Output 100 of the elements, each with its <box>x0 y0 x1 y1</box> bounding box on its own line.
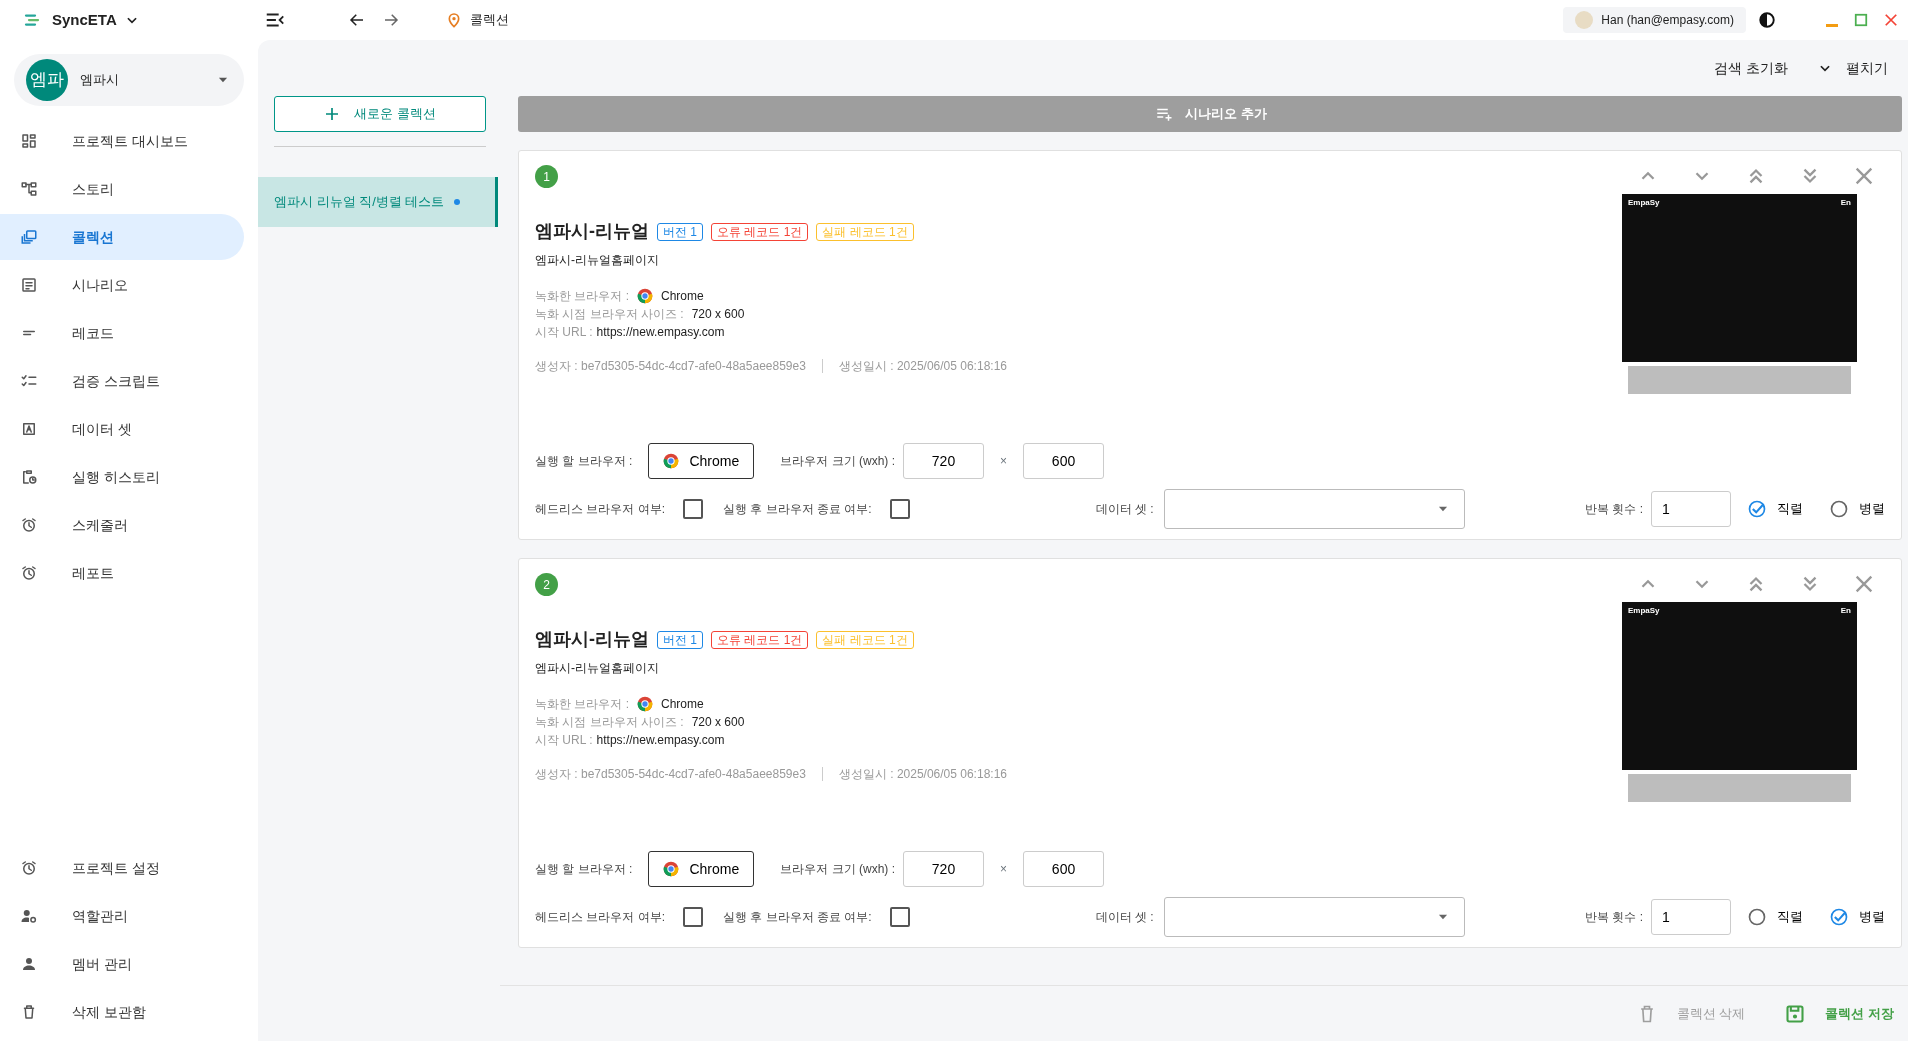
sidebar-item[interactable]: 레포트 <box>0 550 244 596</box>
field-label: 데이터 셋 : <box>1095 501 1154 518</box>
text-frame-icon <box>20 420 38 438</box>
thumbnail-brand: EmpaSy <box>1628 606 1660 616</box>
step-number: 2 <box>535 573 558 596</box>
project-avatar: 엠파 <box>26 59 68 101</box>
mode-radio[interactable]: 병렬 <box>1829 907 1885 927</box>
search-reset-button[interactable]: 검색 초기화 <box>1714 57 1788 79</box>
created-date: 생성일시 : 2025/06/05 06:18:16 <box>838 358 1007 375</box>
status-tag: 오류 레코드 1건 <box>711 630 809 649</box>
chrome-icon <box>637 696 653 712</box>
field-label: 실행 후 브라우저 종료 여부: <box>723 501 872 518</box>
alarm-clock-icon <box>20 564 38 582</box>
sidebar-item[interactable]: 스케줄러 <box>0 502 244 548</box>
field-value: 720 x 600 <box>691 306 745 323</box>
close-icon <box>1853 573 1875 595</box>
dataset-select[interactable] <box>1163 897 1465 937</box>
close-after-checkbox[interactable] <box>889 907 910 927</box>
check-circle-icon <box>1829 907 1849 927</box>
field-label: 데이터 셋 : <box>1095 909 1154 926</box>
collection-icon <box>20 228 38 246</box>
alarm-clock-icon <box>20 859 38 877</box>
mode-radio[interactable]: 직렬 <box>1747 499 1803 519</box>
status-tag: 버전 1 <box>657 630 703 649</box>
field-value: Chrome <box>661 288 704 305</box>
clipboard-clock-icon <box>20 468 38 486</box>
close-icon <box>1884 13 1898 27</box>
sidebar-item[interactable]: 삭제 보관함 <box>0 989 244 1035</box>
sidebar-item[interactable]: 프로젝트 대시보드 <box>0 118 244 164</box>
thumbnail-language: En <box>1840 198 1851 208</box>
sidebar-item[interactable]: 역할관리 <box>0 893 244 939</box>
remove-button[interactable] <box>1853 165 1875 187</box>
creator-text: 생성자 : be7d5305-54dc-4cd7-afe0-48a5aee859e3 <box>535 766 806 783</box>
scenario-title: 엠파시-리뉴얼 <box>535 628 649 651</box>
sidebar-item[interactable]: 프로젝트 설정 <box>0 845 244 891</box>
browser-select-button[interactable]: Chrome <box>648 443 755 479</box>
field-label: 실행 할 브라우저 : <box>535 453 633 470</box>
status-tag: 버전 1 <box>657 222 703 241</box>
plus-icon <box>324 106 341 122</box>
thumbnail-brand: EmpaSy <box>1628 198 1660 208</box>
chrome-icon <box>663 861 680 877</box>
close-after-checkbox[interactable] <box>889 499 910 519</box>
field-value: Chrome <box>661 696 704 713</box>
save-icon <box>1785 1003 1806 1024</box>
mode-radio[interactable]: 직렬 <box>1747 907 1803 927</box>
sidebar-item[interactable]: 시나리오 <box>0 262 244 308</box>
avatar-icon <box>1575 11 1594 29</box>
field-label: 브라우저 크기 (wxh) : <box>780 861 895 878</box>
sidebar-item[interactable]: 스토리 <box>0 166 244 212</box>
expand-button[interactable]: 펼치기 <box>1818 57 1888 79</box>
sidebar-item[interactable]: 멤버 관리 <box>0 941 244 987</box>
field-label: 실행 할 브라우저 : <box>535 861 633 878</box>
circle-icon <box>1747 907 1767 927</box>
theme-toggle-button[interactable] <box>1758 11 1776 29</box>
sidebar-item[interactable]: 레코드 <box>0 310 244 356</box>
remove-button[interactable] <box>1853 573 1875 595</box>
headless-checkbox[interactable] <box>683 907 703 927</box>
repeat-input[interactable]: 1 <box>1651 899 1731 935</box>
person-icon <box>20 955 38 973</box>
field-label: 브라우저 크기 (wxh) : <box>780 453 895 470</box>
check-circle-icon <box>1747 499 1767 519</box>
sidebar-item[interactable]: 데이터 셋 <box>0 406 244 452</box>
person-gear-icon <box>20 907 38 925</box>
step-number: 1 <box>535 165 558 188</box>
maximize-button[interactable] <box>1854 13 1868 27</box>
creator-text: 생성자 : be7d5305-54dc-4cd7-afe0-48a5aee859e3 <box>535 358 806 375</box>
browser-select-button[interactable]: Chrome <box>648 851 755 887</box>
repeat-input[interactable]: 1 <box>1651 491 1731 527</box>
mode-radio[interactable]: 병렬 <box>1829 499 1885 519</box>
chrome-icon <box>663 453 680 469</box>
sidebar-item[interactable]: 콜렉션 <box>0 214 244 260</box>
height-input[interactable]: 600 <box>1023 851 1105 887</box>
project-selector[interactable]: 엠파 엠파시 <box>14 54 244 106</box>
dataset-select[interactable] <box>1163 489 1465 529</box>
status-tag: 오류 레코드 1건 <box>711 222 809 241</box>
field-value: https://new.empasy.com <box>596 324 725 341</box>
document-icon <box>20 276 38 294</box>
sidebar-item[interactable]: 실행 히스토리 <box>0 454 244 500</box>
new-collection-button[interactable]: 새로운 콜렉션 <box>274 96 486 132</box>
field-label: 헤드리스 브라우저 여부: <box>535 501 665 518</box>
user-chip[interactable]: Han (han@empasy.com) <box>1563 7 1746 33</box>
width-input[interactable]: 720 <box>903 443 984 479</box>
height-input[interactable]: 600 <box>1023 443 1105 479</box>
field-value: 720 x 600 <box>691 714 745 731</box>
contrast-icon <box>1758 11 1776 29</box>
created-date: 생성일시 : 2025/06/05 06:18:16 <box>838 766 1007 783</box>
sidebar-item[interactable]: 검증 스크립트 <box>0 358 244 404</box>
field-label: 시작 URL : <box>535 324 593 341</box>
circle-icon <box>1829 499 1849 519</box>
arrow-right-icon <box>382 11 400 29</box>
status-tag: 실패 레코드 1건 <box>816 630 914 649</box>
field-label: 헤드리스 브라우저 여부: <box>535 909 665 926</box>
forward-button[interactable] <box>382 11 400 29</box>
close-button[interactable] <box>1884 13 1898 27</box>
field-label: 반복 횟수 : <box>1585 501 1643 518</box>
headless-checkbox[interactable] <box>683 499 703 519</box>
back-button[interactable] <box>348 11 366 29</box>
width-input[interactable]: 720 <box>903 851 984 887</box>
location-pin-icon <box>446 12 462 28</box>
times-sign: × <box>1000 861 1008 878</box>
